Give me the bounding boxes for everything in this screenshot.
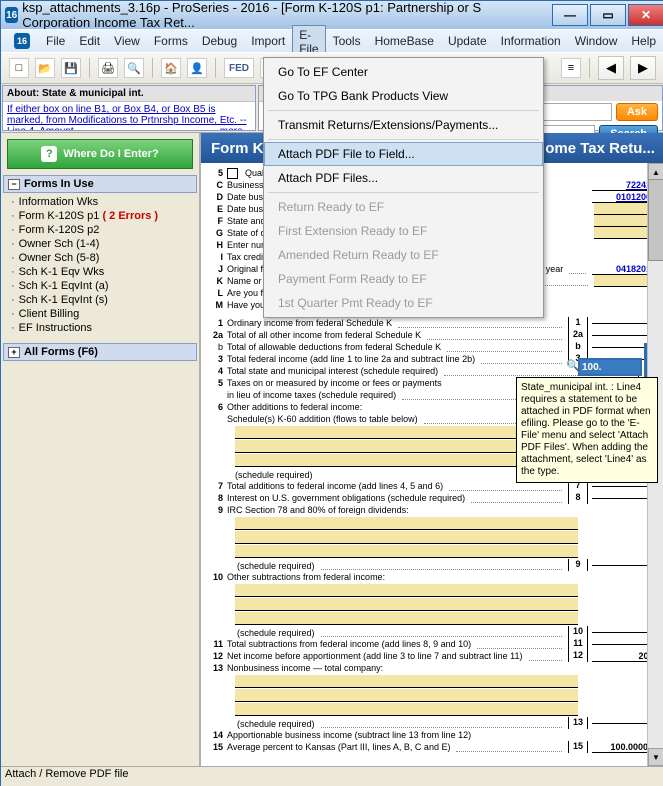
- forms-in-use-list: ·Information Wks ·Form K-120S p1 ( 2 Err…: [5, 195, 195, 335]
- dd-transmit[interactable]: Transmit Returns/Extensions/Payments...: [264, 113, 543, 137]
- window-title: ksp_attachments_3.16p - ProSeries - 2016…: [22, 0, 550, 30]
- active-edit-input[interactable]: [580, 360, 640, 374]
- field-13-addl[interactable]: [235, 675, 578, 688]
- ask-button[interactable]: Ask: [616, 103, 658, 121]
- menu-edit[interactable]: Edit: [72, 31, 107, 51]
- checkbox-5[interactable]: [227, 168, 238, 179]
- dd-tpg-bank[interactable]: Go To TPG Bank Products View: [264, 84, 543, 108]
- list-item[interactable]: ·Sch K-1 EqvInt (a): [5, 279, 195, 293]
- menu-help[interactable]: Help: [624, 31, 663, 51]
- all-forms-head[interactable]: +All Forms (F6): [3, 343, 197, 361]
- maximize-button[interactable]: ▭: [590, 4, 626, 26]
- scroll-thumb[interactable]: [648, 179, 663, 261]
- list-item[interactable]: ·Sch K-1 Eqv Wks: [5, 265, 195, 279]
- menu-import[interactable]: Import: [244, 31, 292, 51]
- about-more-link[interactable]: more...: [220, 126, 251, 130]
- tb-next-button[interactable]: ▶: [630, 56, 656, 80]
- menu-file-icon[interactable]: 16: [7, 30, 39, 52]
- where-do-i-enter-button[interactable]: ? Where Do I Enter?: [7, 139, 193, 169]
- tb-new-icon[interactable]: □: [9, 58, 29, 78]
- list-item[interactable]: ·EF Instructions: [5, 321, 195, 335]
- menu-window[interactable]: Window: [568, 31, 625, 51]
- tb-open-icon[interactable]: 📂: [35, 58, 55, 78]
- question-icon: ?: [41, 146, 57, 162]
- tb-print-icon[interactable]: 🖨: [98, 58, 118, 78]
- field-10-addl[interactable]: [235, 584, 578, 597]
- field-13-addl[interactable]: [235, 703, 578, 716]
- field-9-addl[interactable]: [235, 545, 578, 558]
- list-item[interactable]: ·Form K-120S p1 ( 2 Errors ): [5, 209, 195, 223]
- minimize-button[interactable]: —: [552, 4, 588, 26]
- field-9-addl[interactable]: [235, 517, 578, 530]
- menu-tools[interactable]: Tools: [326, 31, 368, 51]
- field-10-addl[interactable]: [235, 612, 578, 625]
- about-panel: About: State & municipal int. If either …: [2, 85, 256, 131]
- dd-amended: Amended Return Ready to EF: [264, 243, 543, 267]
- menubar: 16 File Edit View Forms Debug Import E-F…: [1, 29, 663, 52]
- dd-ef-center[interactable]: Go To EF Center: [264, 60, 543, 84]
- active-edit-field[interactable]: [578, 358, 642, 376]
- tb-save-icon[interactable]: 💾: [61, 58, 81, 78]
- dd-first-ext: First Extension Ready to EF: [264, 219, 543, 243]
- scroll-down-icon[interactable]: ▼: [648, 748, 663, 766]
- window-titlebar: 16 ksp_attachments_3.16p - ProSeries - 2…: [1, 1, 663, 29]
- magnifier-icon[interactable]: 🔍: [566, 359, 578, 371]
- tb-home-icon[interactable]: 🏠: [161, 58, 181, 78]
- list-item[interactable]: ·Sch K-1 EqvInt (s): [5, 293, 195, 307]
- list-item[interactable]: ·Information Wks: [5, 195, 195, 209]
- dd-attach-pdf-files[interactable]: Attach PDF Files...: [264, 166, 543, 190]
- menu-file[interactable]: File: [39, 31, 72, 51]
- about-head: About: State & municipal int.: [3, 86, 255, 102]
- left-pane: ? Where Do I Enter? −Forms In Use ·Infor…: [1, 133, 201, 766]
- list-item[interactable]: ·Owner Sch (1-4): [5, 237, 195, 251]
- field-9-addl[interactable]: [235, 531, 578, 544]
- tb-misc-icon[interactable]: ≡: [561, 58, 581, 78]
- menu-information[interactable]: Information: [494, 31, 568, 51]
- field-10-addl[interactable]: [235, 598, 578, 611]
- status-bar: Attach / Remove PDF file: [1, 766, 663, 786]
- list-item[interactable]: ·Client Billing: [5, 307, 195, 321]
- dd-return-ready: Return Ready to EF: [264, 195, 543, 219]
- tb-preview-icon[interactable]: 🔍: [124, 58, 144, 78]
- efile-dropdown: Go To EF Center Go To TPG Bank Products …: [263, 57, 544, 318]
- menu-homebase[interactable]: HomeBase: [368, 31, 441, 51]
- menu-debug[interactable]: Debug: [195, 31, 244, 51]
- forms-in-use-head[interactable]: −Forms In Use: [3, 175, 197, 193]
- list-item[interactable]: ·Owner Sch (5-8): [5, 251, 195, 265]
- about-link[interactable]: If either box on line B1, or Box B4, or …: [7, 104, 247, 130]
- tooltip: State_municipal int. : Line4 requires a …: [516, 377, 658, 483]
- menu-view[interactable]: View: [107, 31, 147, 51]
- field-13-addl[interactable]: [235, 689, 578, 702]
- tb-fed-button[interactable]: FED: [224, 58, 254, 78]
- list-item[interactable]: ·Form K-120S p2: [5, 223, 195, 237]
- menu-update[interactable]: Update: [441, 31, 494, 51]
- close-button[interactable]: ✕: [628, 4, 663, 26]
- tb-prev-button[interactable]: ◀: [598, 56, 624, 80]
- dd-1st-quarter: 1st Quarter Pmt Ready to EF: [264, 291, 543, 315]
- app-icon: 16: [5, 7, 18, 23]
- tb-client-icon[interactable]: 👤: [187, 58, 207, 78]
- dd-attach-pdf-field[interactable]: Attach PDF File to Field...: [264, 142, 543, 166]
- dd-payment-form: Payment Form Ready to EF: [264, 267, 543, 291]
- menu-forms[interactable]: Forms: [147, 31, 195, 51]
